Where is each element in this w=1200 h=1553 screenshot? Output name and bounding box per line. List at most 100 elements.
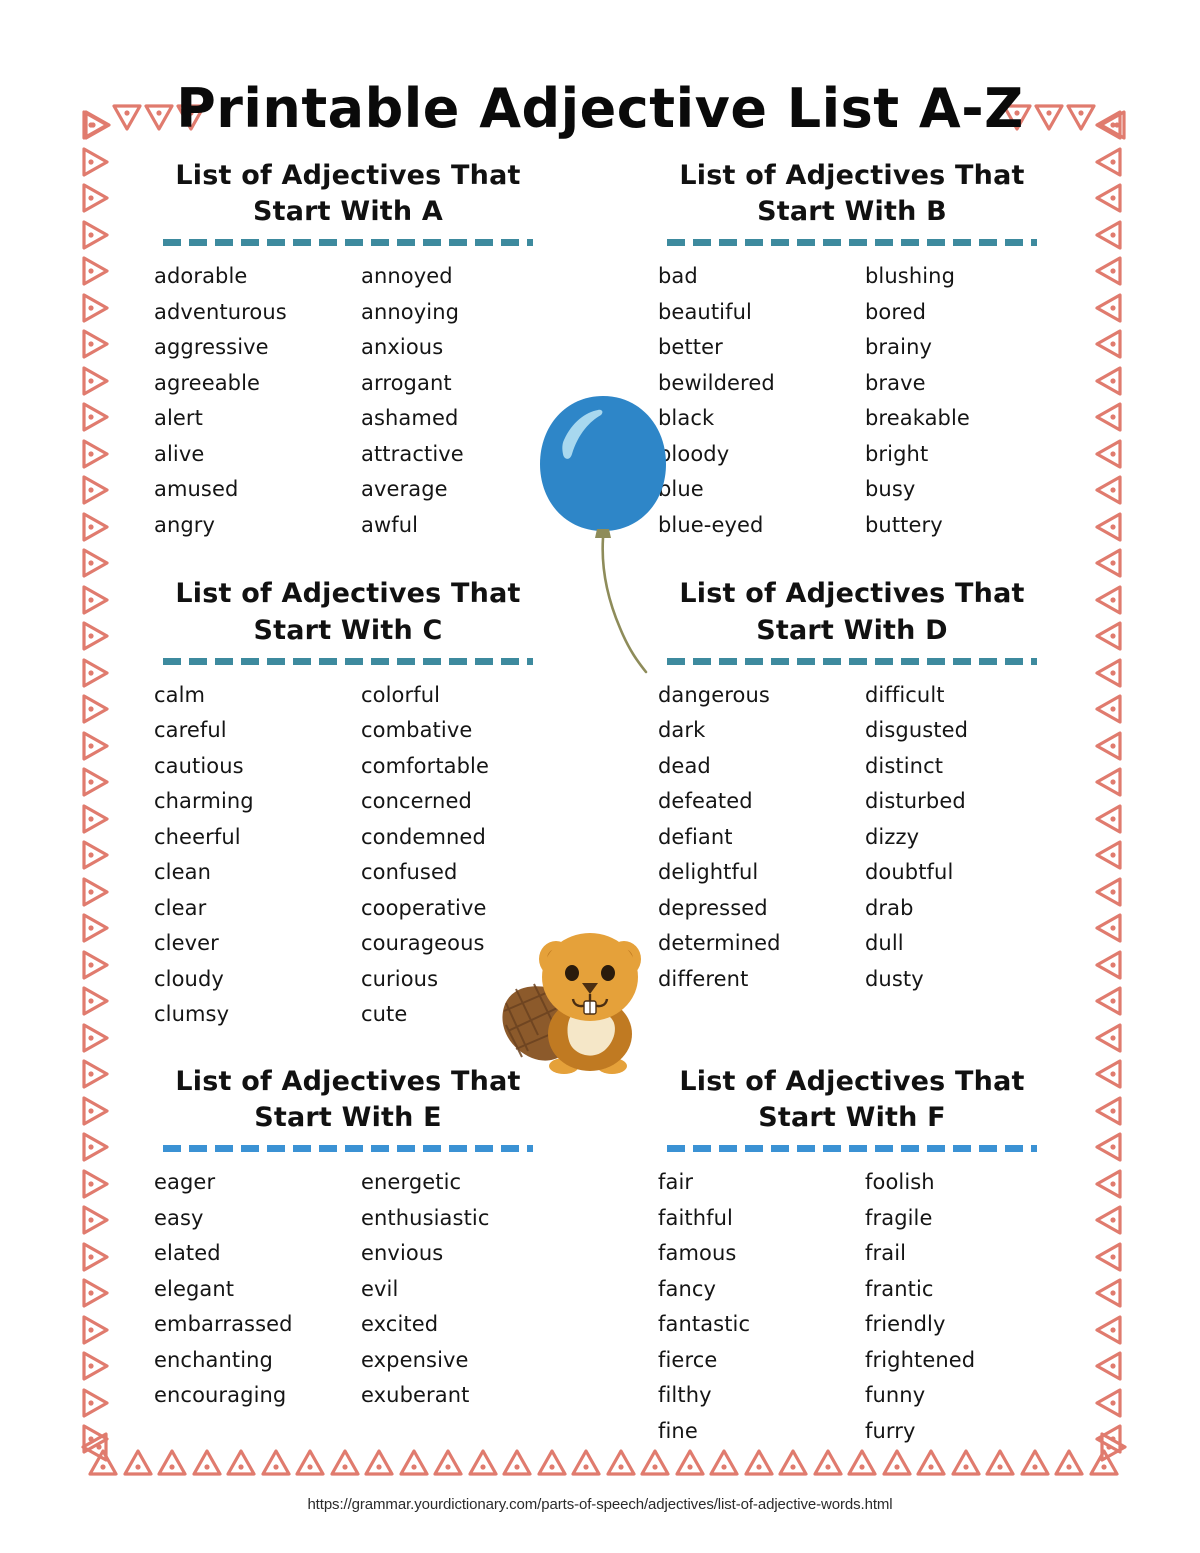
border-triangle-right [78, 364, 112, 398]
adjective-word: filthy [658, 1383, 712, 1408]
adjective-word: better [658, 335, 723, 360]
border-triangle-right [78, 1422, 112, 1456]
section-f-heading-line1: List of Adjectives That [679, 1065, 1025, 1097]
adjective-word: dead [658, 753, 711, 778]
adjective-word: frail [865, 1241, 907, 1266]
adjective-word: drab [865, 895, 914, 920]
adjective-word: clever [154, 931, 219, 956]
section-e: List of Adjectives That Start With E eag… [128, 1064, 568, 1456]
border-triangle-left [1092, 875, 1126, 909]
border-triangle-left [1092, 145, 1126, 179]
border-triangle-left [1092, 254, 1126, 288]
border-triangle-right [78, 1167, 112, 1201]
adjective-word: combative [361, 718, 473, 743]
adjective-word: busy [865, 477, 916, 502]
section-b-words: bad beautiful better bewildered black bloody b… [632, 266, 1072, 550]
border-triangle-left [1092, 1276, 1126, 1310]
adjective-word: condemned [361, 824, 486, 849]
border-right [1088, 108, 1130, 1460]
adjective-word: bright [865, 441, 929, 466]
border-triangle-right [78, 875, 112, 909]
border-triangle-left [1092, 583, 1126, 617]
border-triangle-left [1092, 729, 1126, 763]
border-triangle-right [78, 218, 112, 252]
border-triangle-left [1092, 1094, 1126, 1128]
adjective-word: concerned [361, 789, 472, 814]
border-triangle-left [1092, 1021, 1126, 1055]
adjective-word: ashamed [361, 406, 459, 431]
adjective-word: blushing [865, 264, 955, 289]
section-b-heading: List of Adjectives That Start With B [632, 158, 1072, 230]
adjective-word: depressed [658, 895, 768, 920]
border-triangle-right [78, 1130, 112, 1164]
adjective-word: faithful [658, 1205, 733, 1230]
adjective-word: arrogant [361, 370, 452, 395]
adjective-word: amused [154, 477, 239, 502]
adjective-word: encouraging [154, 1383, 287, 1408]
adjective-word: blue [658, 477, 704, 502]
border-triangle-left [1092, 765, 1126, 799]
adjective-word: bewildered [658, 370, 775, 395]
source-url: https://grammar.yourdictionary.com/parts… [307, 1496, 893, 1513]
adjective-word: alive [154, 441, 205, 466]
adjective-word: expensive [361, 1347, 469, 1372]
section-b-column-1: bad beautiful better bewildered black bloody b… [658, 266, 865, 550]
adjective-word: anxious [361, 335, 444, 360]
adjective-word: beautiful [658, 299, 752, 324]
border-triangle-right [78, 838, 112, 872]
adjective-word: angry [154, 512, 216, 537]
section-f-heading: List of Adjectives That Start With F [632, 1064, 1072, 1136]
adjective-word: fragile [865, 1205, 933, 1230]
border-triangle-left [1092, 656, 1126, 690]
border-triangle-left [1092, 473, 1126, 507]
section-c-heading: List of Adjectives That Start With C [128, 576, 568, 648]
adjective-word: defiant [658, 824, 733, 849]
border-triangle-up [86, 1446, 120, 1480]
section-a-heading: List of Adjectives That Start With A [128, 158, 568, 230]
adjective-word: agreeable [154, 370, 261, 395]
adjective-word: dark [658, 718, 706, 743]
border-triangle-left [1092, 1349, 1126, 1383]
adjective-word: cheerful [154, 824, 241, 849]
section-d-column-2: difficult disgusted distinct disturbed dizzy… [865, 682, 1072, 1005]
adjective-word: colorful [361, 682, 441, 707]
adjective-word: enchanting [154, 1347, 273, 1372]
printable-worksheet-page: Printable Adjective List A-Z List of Adj… [0, 0, 1200, 1553]
border-triangle-right [78, 583, 112, 617]
border-triangle-left [1092, 692, 1126, 726]
border-triangle-left [1092, 1130, 1126, 1164]
adjective-word: eager [154, 1170, 216, 1195]
border-triangle-right [78, 254, 112, 288]
adjective-word: excited [361, 1312, 439, 1337]
section-c-divider [163, 657, 533, 665]
section-b-heading-line2: Start With B [757, 196, 947, 228]
adjective-word: annoyed [361, 264, 453, 289]
border-triangle-right [78, 1386, 112, 1420]
adjective-word: difficult [865, 682, 945, 707]
adjective-word: dizzy [865, 824, 920, 849]
border-triangle-right [78, 1276, 112, 1310]
section-a-words: adorable adventurous aggressive agreeable al… [128, 266, 568, 550]
section-c-column-2: colorful combative comfortable concerned con… [361, 682, 568, 1040]
adjective-word: energetic [361, 1170, 462, 1195]
adjective-word: elegant [154, 1276, 235, 1301]
adjective-word: famous [658, 1241, 737, 1266]
section-d-words: dangerous dark dead defeated defiant delightf… [632, 682, 1072, 1005]
section-c: List of Adjectives That Start With C cal… [128, 576, 568, 1039]
section-c-column-1: calm careful cautious charming cheerful clean… [154, 684, 361, 1040]
border-triangle-left [1092, 984, 1126, 1018]
border-triangle-left [1092, 838, 1126, 872]
adjective-word: delightful [658, 860, 759, 885]
border-triangle-left [1092, 437, 1126, 471]
section-c-words: calm careful cautious charming cheerful clean… [128, 682, 568, 1040]
adjective-word: dusty [865, 966, 924, 991]
border-triangle-right [78, 1094, 112, 1128]
adjective-word: clean [154, 860, 211, 885]
adjective-word: courageous [361, 931, 485, 956]
section-a-heading-line1: List of Adjectives That [175, 160, 521, 191]
adjective-word: funny [865, 1383, 926, 1408]
section-f-heading-line2: Start With F [758, 1101, 946, 1133]
border-triangle-right [78, 1203, 112, 1237]
section-d-heading: List of Adjectives That Start With D [632, 576, 1072, 648]
border-triangle-left [1092, 1057, 1126, 1091]
